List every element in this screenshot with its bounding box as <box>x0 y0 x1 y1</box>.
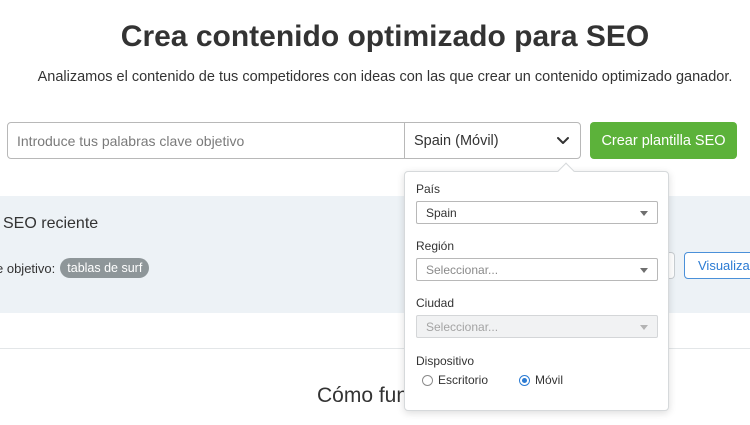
how-it-works-title: Cómo fun <box>317 384 409 407</box>
triangle-down-icon <box>640 268 648 273</box>
country-select[interactable]: Spain (Móvil) <box>405 123 580 158</box>
city-dropdown-placeholder: Seleccionar... <box>426 320 499 334</box>
create-template-button[interactable]: Crear plantilla SEO <box>590 122 737 159</box>
page-subtitle: Analizamos el contenido de tus competido… <box>37 69 733 85</box>
radio-checked-icon[interactable] <box>519 374 531 386</box>
page-title: Crea contenido optimizado para SEO <box>120 20 650 53</box>
device-option-desktop[interactable]: Escritorio <box>422 373 488 387</box>
keyword-search-bar: Spain (Móvil) <box>7 122 581 159</box>
recent-section-title: SEO reciente <box>3 215 99 232</box>
device-label: Dispositivo <box>416 354 475 368</box>
country-dropdown-value: Spain <box>426 206 457 220</box>
country-dropdown[interactable]: Spain <box>416 201 658 224</box>
device-option-mobile[interactable]: Móvil <box>519 373 563 387</box>
triangle-down-icon <box>640 211 648 216</box>
location-dropdown-panel: País Spain Región Seleccionar... Ciudad … <box>404 162 669 411</box>
city-dropdown: Seleccionar... <box>416 315 658 338</box>
device-option-label: Móvil <box>535 373 564 387</box>
country-label: País <box>416 182 441 196</box>
dropdown-caret <box>557 162 575 180</box>
country-select-value: Spain (Móvil) <box>414 132 499 149</box>
chevron-down-icon <box>557 136 569 144</box>
region-dropdown[interactable]: Seleccionar... <box>416 258 658 281</box>
device-option-label: Escritorio <box>438 373 489 387</box>
triangle-down-icon <box>640 325 648 330</box>
view-button[interactable]: Visualizar <box>684 252 750 279</box>
radio-unchecked-icon[interactable] <box>422 374 433 386</box>
device-radio-group: Escritorio Móvil <box>422 373 563 387</box>
region-label: Región <box>416 239 455 253</box>
region-dropdown-placeholder: Seleccionar... <box>426 263 499 277</box>
recent-keyword-row: e objetivo: tablas de surf <box>0 258 150 278</box>
keyword-prefix-label: e objetivo: <box>0 260 56 276</box>
city-label: Ciudad <box>416 296 455 310</box>
keyword-tag: tablas de surf <box>60 258 150 278</box>
keyword-input[interactable] <box>8 123 405 158</box>
